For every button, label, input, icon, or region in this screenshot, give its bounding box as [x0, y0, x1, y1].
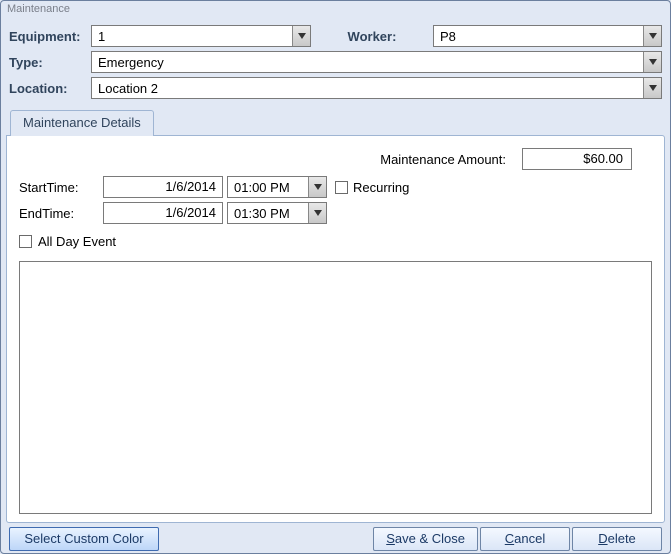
location-dropdown[interactable]: Location 2 — [91, 77, 662, 99]
chevron-down-icon[interactable] — [643, 26, 661, 46]
window-title: Maintenance — [1, 1, 670, 21]
mnemonic-letter: S — [386, 531, 395, 546]
location-value: Location 2 — [92, 81, 643, 96]
maintenance-amount-label: Maintenance Amount: — [380, 152, 506, 167]
start-time-dropdown[interactable]: 01:00 PM — [227, 176, 327, 198]
end-time-value: 01:30 PM — [228, 206, 308, 221]
tab-panel: Maintenance Amount: $60.00 StartTime: 1/… — [6, 135, 665, 523]
equipment-dropdown[interactable]: 1 — [91, 25, 311, 47]
end-time-dropdown[interactable]: 01:30 PM — [227, 202, 327, 224]
tab-strip: Maintenance Details — [6, 109, 665, 135]
all-day-checkbox[interactable] — [19, 235, 32, 248]
start-time-label: StartTime: — [19, 180, 99, 195]
worker-dropdown[interactable]: P8 — [433, 25, 662, 47]
type-dropdown[interactable]: Emergency — [91, 51, 662, 73]
recurring-group: Recurring — [331, 180, 409, 195]
equipment-value: 1 — [92, 29, 292, 44]
type-label: Type: — [9, 55, 85, 70]
chevron-down-icon[interactable] — [292, 26, 310, 46]
time-grid: StartTime: 1/6/2014 01:00 PM Recurring E… — [19, 176, 652, 224]
cancel-button[interactable]: Cancel — [480, 527, 570, 551]
maintenance-dialog: Maintenance Equipment: 1 Worker: P8 Type… — [0, 0, 671, 554]
chevron-down-icon[interactable] — [308, 203, 326, 223]
maintenance-amount-input[interactable]: $60.00 — [522, 148, 632, 170]
all-day-group: All Day Event — [19, 234, 652, 249]
mnemonic-letter: C — [505, 531, 514, 546]
recurring-label: Recurring — [353, 180, 409, 195]
location-label: Location: — [9, 81, 85, 96]
delete-button[interactable]: Delete — [572, 527, 662, 551]
chevron-down-icon[interactable] — [643, 78, 661, 98]
tab-maintenance-details[interactable]: Maintenance Details — [10, 110, 154, 136]
type-value: Emergency — [92, 55, 643, 70]
header-area: Equipment: 1 Worker: P8 Type: Emergency … — [1, 21, 670, 109]
end-date-input[interactable]: 1/6/2014 — [103, 202, 223, 224]
equipment-label: Equipment: — [9, 29, 85, 44]
end-time-label: EndTime: — [19, 206, 99, 221]
tab-container: Maintenance Details Maintenance Amount: … — [6, 109, 665, 523]
start-time-value: 01:00 PM — [228, 180, 308, 195]
chevron-down-icon[interactable] — [643, 52, 661, 72]
amount-row: Maintenance Amount: $60.00 — [19, 148, 652, 170]
chevron-down-icon[interactable] — [308, 177, 326, 197]
notes-textarea[interactable] — [19, 261, 652, 514]
mnemonic-letter: D — [598, 531, 607, 546]
start-date-input[interactable]: 1/6/2014 — [103, 176, 223, 198]
recurring-checkbox[interactable] — [335, 181, 348, 194]
worker-value: P8 — [434, 29, 643, 44]
save-and-close-button[interactable]: Save & Close — [373, 527, 478, 551]
worker-label: Worker: — [317, 29, 427, 44]
select-custom-color-button[interactable]: Select Custom Color — [9, 527, 159, 551]
button-bar: Select Custom Color Save & Close Cancel … — [1, 525, 670, 553]
all-day-label: All Day Event — [38, 234, 116, 249]
